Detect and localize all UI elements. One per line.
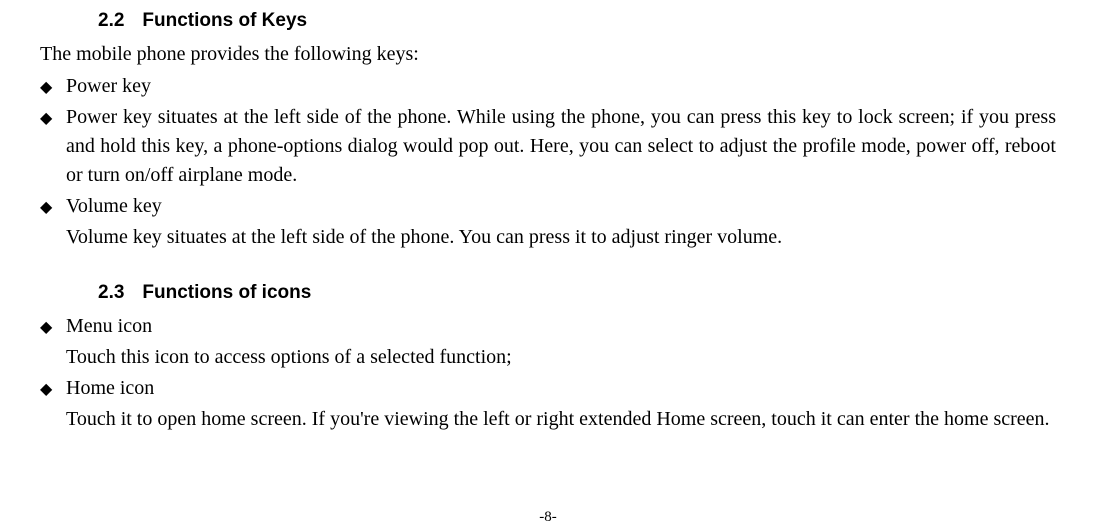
- bullet-item: ◆ Volume key: [40, 192, 1056, 221]
- section-title: Functions of Keys: [142, 10, 307, 31]
- diamond-bullet-icon: ◆: [40, 196, 54, 219]
- page-number: -8-: [0, 509, 1096, 526]
- section1-intro: The mobile phone provides the following …: [40, 40, 1056, 68]
- section1-bullet-list: ◆ Power key ◆ Power key situates at the …: [40, 72, 1056, 221]
- bullet-title: Home icon: [66, 374, 1056, 403]
- diamond-bullet-icon: ◆: [40, 316, 54, 339]
- section-heading-2-3: 2.3 Functions of icons: [98, 282, 1056, 304]
- bullet-desc: Volume key situates at the left side of …: [66, 223, 1056, 252]
- bullet-desc: Touch this icon to access options of a s…: [66, 343, 1056, 372]
- bullet-item: ◆ Power key situates at the left side of…: [40, 103, 1056, 190]
- section-number: 2.3: [98, 282, 124, 304]
- section-heading-2-2: 2.2 Functions of Keys: [98, 10, 1056, 32]
- section2-bullet-list: ◆ Menu icon: [40, 312, 1056, 341]
- bullet-item: ◆ Home icon: [40, 374, 1056, 403]
- bullet-title: Power key: [66, 72, 1056, 101]
- bullet-desc: Touch it to open home screen. If you're …: [66, 405, 1056, 434]
- section-title: Functions of icons: [142, 282, 311, 303]
- diamond-bullet-icon: ◆: [40, 76, 54, 99]
- section2-bullet-list-cont: ◆ Home icon: [40, 374, 1056, 403]
- bullet-title: Volume key: [66, 192, 1056, 221]
- diamond-bullet-icon: ◆: [40, 107, 54, 130]
- bullet-item: ◆ Power key: [40, 72, 1056, 101]
- diamond-bullet-icon: ◆: [40, 378, 54, 401]
- section-number: 2.2: [98, 10, 124, 32]
- bullet-item: ◆ Menu icon: [40, 312, 1056, 341]
- bullet-title: Menu icon: [66, 312, 1056, 341]
- bullet-desc: Power key situates at the left side of t…: [66, 103, 1056, 190]
